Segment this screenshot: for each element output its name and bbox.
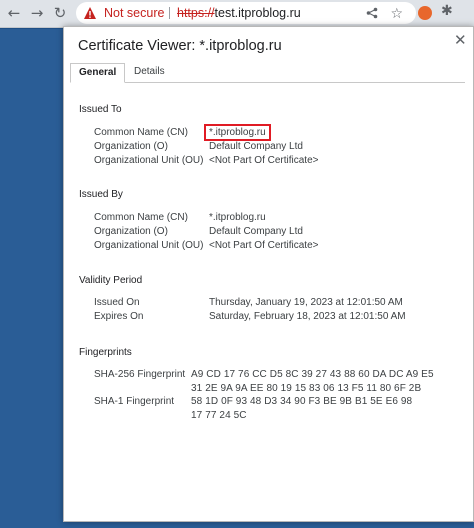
issued-by-heading: Issued By: [79, 189, 123, 200]
issued-to-o-label: Organization (O): [94, 141, 168, 152]
share-icon[interactable]: [366, 7, 378, 19]
address-bar[interactable]: Not secure https://test.itproblog.ru ☆: [76, 2, 416, 24]
not-secure-label[interactable]: Not secure: [104, 2, 164, 24]
issued-by-ou-value: <Not Part Of Certificate>: [209, 240, 319, 251]
issued-to-cn-label: Common Name (CN): [94, 127, 188, 138]
sha1-value-line1: 58 1D 0F 93 48 D3 34 90 F3 BE 9B B1 5E E…: [191, 396, 413, 407]
url-host: test.itproblog.ru: [214, 6, 301, 20]
omnibox-divider: [169, 7, 170, 19]
issued-by-o-label: Organization (O): [94, 226, 168, 237]
validity-heading: Validity Period: [79, 275, 143, 286]
highlight-box: [204, 124, 271, 141]
issued-to-heading: Issued To: [79, 104, 122, 115]
issued-on-value: Thursday, January 19, 2023 at 12:01:50 A…: [209, 297, 403, 308]
issued-by-o-value: Default Company Ltd: [209, 226, 303, 237]
expires-on-value: Saturday, February 18, 2023 at 12:01:50 …: [209, 311, 406, 322]
extension-icon[interactable]: [418, 6, 432, 20]
sha256-value-line1: A9 CD 17 76 CC D5 8C 39 27 43 88 60 DA D…: [191, 369, 434, 380]
issued-to-ou-value: <Not Part Of Certificate>: [209, 155, 319, 166]
issued-on-label: Issued On: [94, 297, 140, 308]
tab-details[interactable]: Details: [126, 63, 173, 83]
sha1-label: SHA-1 Fingerprint: [94, 396, 175, 407]
sha256-label: SHA-256 Fingerprint: [94, 369, 186, 380]
sha1-value-line2: 17 77 24 5C: [191, 410, 247, 421]
issued-to-ou-label: Organizational Unit (OU): [94, 155, 204, 166]
warning-icon[interactable]: [83, 6, 97, 20]
forward-icon[interactable]: →: [27, 3, 47, 23]
issued-by-cn-label: Common Name (CN): [94, 212, 188, 223]
back-icon[interactable]: ←: [4, 3, 24, 23]
certificate-viewer-dialog: Certificate Viewer: *.itproblog.ru ✕ Gen…: [63, 26, 474, 522]
issued-by-cn-value: *.itproblog.ru: [209, 212, 266, 223]
issued-to-o-value: Default Company Ltd: [209, 141, 303, 152]
url-text[interactable]: https://test.itproblog.ru: [177, 2, 301, 24]
close-icon[interactable]: ✕: [454, 31, 467, 49]
url-scheme: https://: [177, 6, 215, 20]
extensions-puzzle-icon[interactable]: ✱: [441, 3, 453, 19]
fingerprints-heading: Fingerprints: [79, 347, 132, 358]
bookmark-star-icon[interactable]: ☆: [390, 3, 403, 25]
tab-bar: General Details: [70, 63, 465, 83]
reload-icon[interactable]: ↻: [50, 3, 70, 23]
expires-on-label: Expires On: [94, 311, 144, 322]
browser-toolbar: ← → ↻ Not secure https://test.itproblog.…: [0, 0, 474, 28]
dialog-title: Certificate Viewer: *.itproblog.ru: [78, 38, 282, 54]
sha256-value-line2: 31 2E 9A 9A EE 80 19 15 83 06 13 F5 11 8…: [191, 383, 422, 394]
issued-by-ou-label: Organizational Unit (OU): [94, 240, 204, 251]
tab-general[interactable]: General: [70, 63, 126, 83]
